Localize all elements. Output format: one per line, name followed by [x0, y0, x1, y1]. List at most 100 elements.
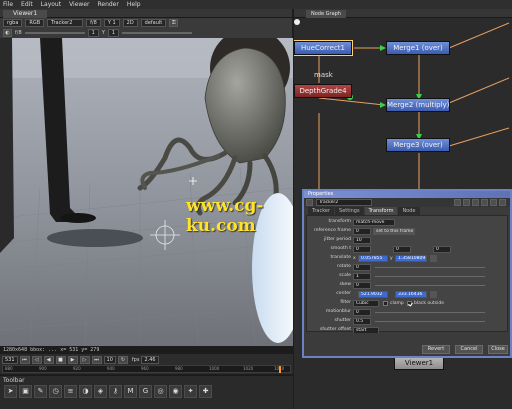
node-color-icon[interactable]	[306, 199, 313, 206]
current-frame-field[interactable]: 531	[2, 355, 18, 364]
time-tool-icon[interactable]: ◷	[49, 385, 62, 398]
node-merge1[interactable]: Merge1 (over)	[386, 41, 450, 55]
menu-render[interactable]: Render	[97, 1, 118, 8]
metadata-tool-icon[interactable]: ✦	[184, 385, 197, 398]
skew-field[interactable]: 0	[353, 282, 371, 289]
black-outside-checkbox[interactable]	[407, 301, 412, 306]
rotate-field[interactable]: 0	[353, 264, 371, 271]
close-button[interactable]: Close	[488, 345, 508, 354]
rotate-slider[interactable]	[375, 267, 485, 268]
layer-dropdown[interactable]: Tracker2	[47, 19, 84, 27]
node-merge2[interactable]: Merge2 (multiply)	[386, 98, 450, 112]
translate-x-field[interactable]: 0.057855	[358, 255, 388, 262]
play-forward-icon[interactable]: ▶	[67, 355, 78, 364]
tab-transform[interactable]: Transform	[364, 207, 398, 215]
undo-icon[interactable]	[463, 199, 470, 206]
revert-icon[interactable]	[481, 199, 488, 206]
row-skew: skew 0	[307, 281, 509, 290]
gamma-dropdown[interactable]: Y 1	[103, 19, 120, 27]
clip-warning-icon[interactable]: ◐	[3, 29, 12, 37]
menu-help[interactable]: Help	[127, 1, 141, 8]
smooth-t-field[interactable]: 0	[353, 246, 371, 253]
other-tool-icon[interactable]: ✚	[199, 385, 212, 398]
menu-edit[interactable]: Edit	[21, 1, 33, 8]
zoom-dropdown[interactable]: 2D	[122, 19, 138, 27]
lock-icon[interactable]: ⚿	[169, 19, 179, 27]
tab-settings[interactable]: Settings	[335, 207, 364, 215]
viewer-canvas[interactable]: www.cg-ku.com	[0, 38, 293, 346]
tab-node-graph[interactable]: Node Graph	[306, 10, 346, 18]
menu-layout[interactable]: Layout	[41, 1, 61, 8]
playhead[interactable]	[279, 366, 281, 373]
motionblur-field[interactable]: 0	[353, 309, 371, 316]
transform-dropdown[interactable]: match-move	[353, 219, 395, 226]
cancel-button[interactable]: Cancel	[455, 345, 483, 354]
node-name-field[interactable]: Tracker2	[316, 199, 372, 206]
channels-dropdown[interactable]: rgba	[3, 19, 23, 27]
lut-dropdown[interactable]: default	[140, 19, 167, 27]
jitter-period-field[interactable]: 10	[353, 237, 371, 244]
play-backward-icon[interactable]: ◀	[43, 355, 54, 364]
clamp-checkbox[interactable]	[383, 301, 388, 306]
colorspace-dropdown[interactable]: RGB	[25, 19, 45, 27]
revert-button[interactable]: Revert	[422, 345, 450, 354]
smooth-r-field[interactable]: 0	[393, 246, 411, 253]
person-leg-left	[0, 38, 14, 253]
frame-step-field[interactable]: 10	[103, 355, 116, 364]
channel-tool-icon[interactable]: ≡	[64, 385, 77, 398]
center-y-field[interactable]: 333.16436	[395, 291, 427, 298]
gain-slider[interactable]	[24, 32, 85, 34]
next-keyframe-icon[interactable]: ▷	[79, 355, 90, 364]
scale-slider[interactable]	[375, 276, 485, 277]
set-to-this-frame-button[interactable]: set to this frame	[373, 228, 415, 235]
reference-frame-field[interactable]: 0	[353, 228, 371, 235]
center-x-field[interactable]: 521.9032	[358, 291, 388, 298]
stop-icon[interactable]: ■	[55, 355, 66, 364]
3d-tool-icon[interactable]: ◎	[154, 385, 167, 398]
filter-tool-icon[interactable]: ◈	[94, 385, 107, 398]
node-merge3[interactable]: Merge3 (over)	[386, 138, 450, 152]
translate-animation-icon[interactable]	[430, 255, 437, 262]
tab-tracker[interactable]: Tracker	[308, 207, 335, 215]
color-tool-icon[interactable]: ◑	[79, 385, 92, 398]
views-tool-icon[interactable]: ◉	[169, 385, 182, 398]
help-icon[interactable]	[454, 199, 461, 206]
draw-tool-icon[interactable]: ✎	[34, 385, 47, 398]
fps-field[interactable]: 2.46	[141, 355, 159, 364]
tab-node[interactable]: Node	[398, 207, 420, 215]
last-frame-icon[interactable]: ⏭	[91, 355, 102, 364]
image-tool-icon[interactable]: ▣	[19, 385, 32, 398]
gain-dropdown[interactable]: f/8	[86, 19, 101, 27]
shutter-slider[interactable]	[375, 321, 485, 322]
properties-title[interactable]: Properties	[304, 191, 510, 198]
prev-keyframe-icon[interactable]: ◁	[31, 355, 42, 364]
merge-tool-icon[interactable]: M	[124, 385, 137, 398]
gamma-slider[interactable]	[122, 32, 193, 34]
frame-field[interactable]: 1	[87, 29, 99, 37]
node-huecorrect[interactable]: HueCorrect1	[294, 40, 353, 56]
first-frame-icon[interactable]: ⏮	[19, 355, 30, 364]
menu-file[interactable]: File	[3, 1, 13, 8]
transform-tool-icon[interactable]: G	[139, 385, 152, 398]
menu-viewer[interactable]: Viewer	[69, 1, 89, 8]
smooth-s-field[interactable]: 0	[433, 246, 451, 253]
float-panel-icon[interactable]	[490, 199, 497, 206]
redo-icon[interactable]	[472, 199, 479, 206]
shutter-field[interactable]: 0.5	[353, 318, 371, 325]
filter-dropdown[interactable]: Cubic	[353, 300, 379, 307]
loop-icon[interactable]: ↻	[117, 355, 128, 364]
scale-field[interactable]: 1	[353, 273, 371, 280]
translate-y-field[interactable]: 1.35810809	[395, 255, 427, 262]
close-icon[interactable]	[499, 199, 506, 206]
tab-viewer1[interactable]: Viewer1	[3, 10, 48, 18]
timeline-scrubber[interactable]: 880 900 920 940 960 980 1000 1020 1040	[2, 365, 291, 373]
node-viewer1[interactable]: Viewer1	[394, 356, 444, 370]
select-tool-icon[interactable]: ➤	[4, 385, 17, 398]
node-depthgrade[interactable]: DepthGrade4	[294, 84, 352, 98]
motionblur-slider[interactable]	[375, 312, 485, 313]
keyer-tool-icon[interactable]: ⚷	[109, 385, 122, 398]
timeline-tick: 1020	[243, 366, 254, 371]
gamma-field[interactable]: 1	[107, 29, 120, 37]
skew-slider[interactable]	[375, 285, 485, 286]
center-animation-icon[interactable]	[430, 291, 437, 298]
